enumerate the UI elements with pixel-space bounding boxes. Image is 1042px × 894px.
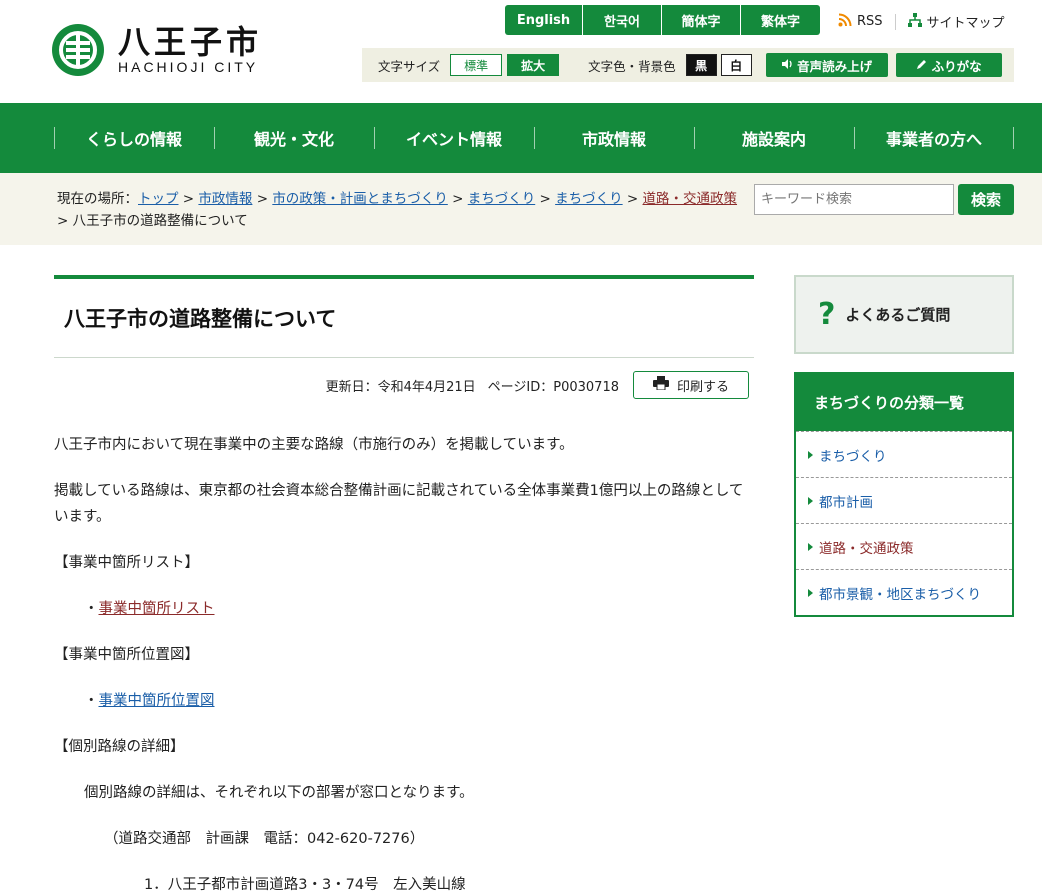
arrow-right-icon [808,496,813,505]
category-link[interactable]: 都市計画 [819,491,873,511]
question-mark-icon: ? [818,297,836,332]
read-aloud-button[interactable]: 音声読み上げ [765,53,888,77]
section-heading-list: 【事業中箇所リスト】 [54,555,199,571]
page-title: 八王子市の道路整備について [64,307,337,331]
breadcrumb: 現在の場所：トップ > 市政情報 > 市の政策・計画とまちづくり > まちづくり… [57,191,738,229]
lang-korean-button[interactable]: 한국어 [583,5,662,35]
nav-item-business[interactable]: 事業者の方へ [854,103,1014,173]
language-bar: English 한국어 簡体字 繁体字 [505,5,820,35]
nav-item-facilities[interactable]: 施設案内 [694,103,854,173]
breadcrumb-link-top[interactable]: トップ [138,191,179,207]
faq-banner[interactable]: ? よくあるご質問 [794,275,1014,354]
lang-traditional-chinese-button[interactable]: 繁体字 [741,5,820,35]
color-black-button[interactable]: 黒 [685,54,717,76]
category-link[interactable]: 都市景観・地区まちづくり [819,583,981,603]
speaker-icon [781,58,793,73]
furigana-button[interactable]: ふりがな [895,53,1002,77]
criteria-paragraph: 掲載している路線は、東京都の社会資本総合整備計画に記載されている全体事業費1億円… [54,483,744,525]
main-content: 八王子市の道路整備について 更新日：令和4年4月21日 ページID：P00307… [54,275,754,894]
breadcrumb-link-machizukuri[interactable]: まちづくり [468,191,536,207]
printer-icon [652,376,669,394]
page-id: ページID：P0030718 [487,379,619,395]
nav-item-events[interactable]: イベント情報 [374,103,534,173]
breadcrumb-link-city-info[interactable]: 市政情報 [198,191,252,207]
list-item: ・事業中箇所位置図 [84,693,215,709]
font-size-normal-button[interactable]: 標準 [450,54,503,76]
utility-links: RSS サイトマップ [838,12,1005,31]
global-nav: くらしの情報 観光・文化 イベント情報 市政情報 施設案内 事業者の方へ [0,103,1042,173]
detail-text: 個別路線の詳細は、それぞれ以下の部署が窓口となります。 [84,785,474,801]
sitemap-label: サイトマップ [926,16,1005,31]
print-button[interactable]: 印刷する [633,371,749,399]
furigana-label: ふりがな [931,58,982,74]
title-box: 八王子市の道路整備について [54,275,754,358]
nav-item-city-admin[interactable]: 市政情報 [534,103,694,173]
rss-label: RSS [857,14,883,29]
breadcrumb-bar: 現在の場所：トップ > 市政情報 > 市の政策・計画とまちづくり > まちづくり… [0,173,1042,245]
color-white-button[interactable]: 白 [720,54,752,76]
section-heading-map: 【事業中箇所位置図】 [54,647,199,663]
sitemap-icon [907,12,922,31]
list-item: ・事業中箇所リスト [84,601,215,617]
rss-link[interactable]: RSS [838,13,883,31]
read-aloud-label: 音声読み上げ [797,58,873,74]
nav-item-tourism[interactable]: 観光・文化 [214,103,374,173]
article-body: 八王子市内において現在事業中の主要な路線（市施行のみ）を掲載しています。 掲載し… [54,432,754,894]
faq-label: よくあるご質問 [845,306,951,324]
category-link[interactable]: まちづくり [819,445,887,465]
city-emblem-icon [52,24,104,76]
rss-icon [838,13,852,31]
site-search: 検索 [754,184,1014,215]
page-meta: 更新日：令和4年4月21日 ページID：P0030718 印刷する [54,371,754,399]
arrow-right-icon [808,450,813,459]
accessibility-toolbar: 文字サイズ 標準 拡大 文字色・背景色 黒 白 音声読み上げ ふりがな [362,48,1014,82]
nav-item-living[interactable]: くらしの情報 [54,103,214,173]
lang-english-button[interactable]: English [505,5,583,35]
logo-english: HACHIOJI CITY [118,59,259,75]
category-item-landscape[interactable]: 都市景観・地区まちづくり [796,569,1012,615]
arrow-right-icon [808,542,813,551]
pencil-icon [916,58,928,73]
lang-simplified-chinese-button[interactable]: 簡体字 [662,5,741,35]
site-logo[interactable]: 八王子市 HACHIOJI CITY [52,24,262,76]
section-heading-detail: 【個別路線の詳細】 [54,739,185,755]
category-link[interactable]: 道路・交通政策 [819,537,914,557]
category-item-road-traffic[interactable]: 道路・交通政策 [796,523,1012,569]
project-list-link[interactable]: 事業中箇所リスト [99,601,215,617]
route-item: 1．八王子都市計画道路3・3・74号 左入美山線 [144,877,466,893]
category-menu: まちづくりの分類一覧 まちづくり 都市計画 道路・交通政策 都市景観・地区まちづ… [794,372,1014,617]
updated-date: 更新日：令和4年4月21日 [325,379,476,395]
project-map-link[interactable]: 事業中箇所位置図 [99,693,215,709]
sitemap-link[interactable]: サイトマップ [907,12,1005,31]
contact-info: （道路交通部 計画課 電話：042-620-7276） [104,831,425,847]
category-item-urban-planning[interactable]: 都市計画 [796,477,1012,523]
color-label: 文字色・背景色 [588,58,676,74]
breadcrumb-link-machizukuri-2[interactable]: まちづくり [555,191,623,207]
category-item-machizukuri[interactable]: まちづくり [796,431,1012,477]
font-size-label: 文字サイズ [378,58,441,74]
search-input[interactable] [754,184,954,215]
print-label: 印刷する [676,379,729,395]
category-menu-title: まちづくりの分類一覧 [796,374,1012,431]
search-button[interactable]: 検索 [958,184,1014,215]
arrow-right-icon [808,588,813,597]
breadcrumb-link-road-traffic[interactable]: 道路・交通政策 [643,191,738,207]
breadcrumb-current: 八王子市の道路整備について [72,213,248,229]
site-header: 八王子市 HACHIOJI CITY English 한국어 簡体字 繁体字 R… [0,0,1042,103]
breadcrumb-prefix: 現在の場所： [57,191,138,207]
logo-japanese: 八王子市 [118,23,263,61]
font-size-large-button[interactable]: 拡大 [507,54,560,76]
breadcrumb-link-policy[interactable]: 市の政策・計画とまちづくり [272,191,448,207]
intro-paragraph: 八王子市内において現在事業中の主要な路線（市施行のみ）を掲載しています。 [54,437,574,453]
